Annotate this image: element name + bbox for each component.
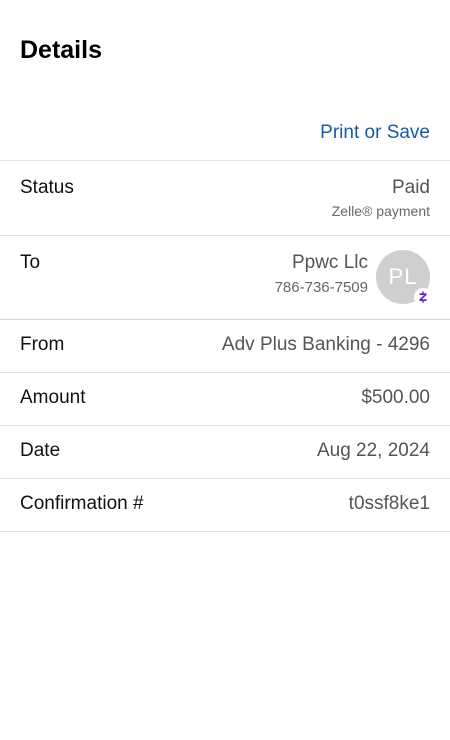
payment-method-text: Zelle® payment	[331, 203, 430, 219]
from-value: Adv Plus Banking - 4296	[221, 334, 430, 355]
date-value: Aug 22, 2024	[316, 440, 430, 461]
amount-row: Amount $500.00	[0, 373, 450, 426]
confirmation-label: Confirmation #	[20, 493, 144, 514]
avatar-initials: PL	[388, 264, 418, 289]
avatar: PL	[376, 250, 432, 306]
confirmation-value: t0ssf8ke1	[348, 493, 430, 514]
recipient-row: To Ppwc Llc 786-736-7509 PL	[0, 236, 450, 320]
details-list: Status Paid Zelle® payment To Ppwc Llc 7…	[0, 160, 450, 532]
zelle-icon	[414, 288, 432, 306]
confirmation-row: Confirmation # t0ssf8ke1	[0, 479, 450, 532]
from-label: From	[20, 334, 65, 355]
status-row: Status Paid Zelle® payment	[0, 161, 450, 236]
date-row: Date Aug 22, 2024	[0, 426, 450, 479]
to-label: To	[20, 252, 41, 273]
date-label: Date	[20, 440, 61, 461]
status-value: Paid	[391, 177, 430, 198]
page-title: Details	[20, 36, 102, 64]
status-label: Status	[20, 177, 74, 198]
recipient-phone: 786-736-7509	[274, 279, 368, 296]
print-or-save-link[interactable]: Print or Save	[320, 122, 430, 144]
recipient-name: Ppwc Llc	[291, 252, 368, 273]
from-row: From Adv Plus Banking - 4296	[0, 320, 450, 373]
amount-value: $500.00	[361, 387, 430, 408]
amount-label: Amount	[20, 387, 86, 408]
